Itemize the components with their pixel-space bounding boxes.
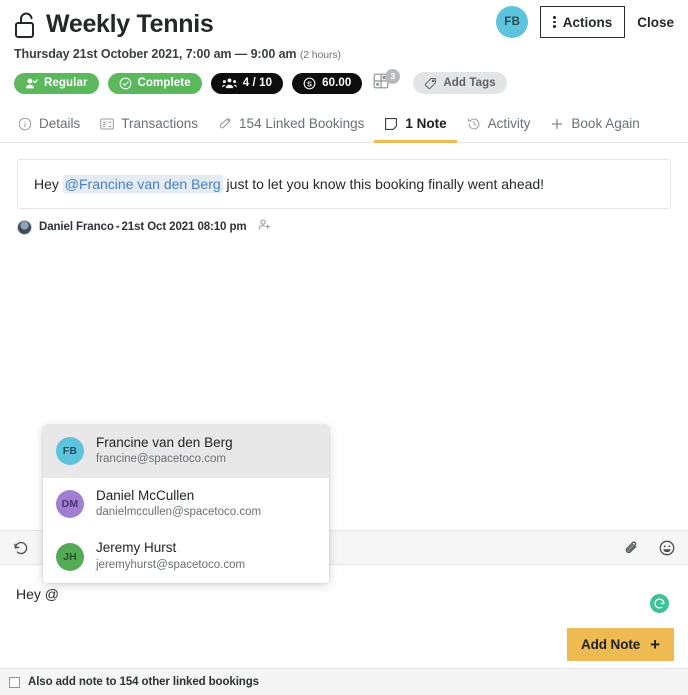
close-button[interactable]: Close <box>637 15 676 30</box>
tab-book-again[interactable]: Book Again <box>540 107 649 143</box>
avatar: DM <box>56 490 84 519</box>
tab-details-label: Details <box>39 116 81 131</box>
editor-toolbar-right <box>624 540 675 556</box>
status-badge-complete[interactable]: Complete <box>107 72 202 94</box>
status-badge-price-label: 60.00 <box>322 77 352 89</box>
note-meta-separator: - <box>115 221 120 234</box>
info-circle-icon <box>18 117 32 131</box>
dollar-circle-icon: S <box>303 77 316 90</box>
mention-option-email: francine@spacetoco.com <box>96 453 226 466</box>
emoji-icon[interactable] <box>659 540 675 556</box>
notes-body: Hey @Francine van den Berg just to let y… <box>0 159 688 584</box>
tab-activity[interactable]: Activity <box>457 107 541 143</box>
link-icon <box>218 117 232 131</box>
tab-book-again-label: Book Again <box>571 116 640 131</box>
mention-option-name: Jeremy Hurst <box>96 540 177 556</box>
note-editor-text[interactable]: Hey @ <box>16 586 59 602</box>
add-tags-button[interactable]: Add Tags <box>413 72 507 94</box>
note-text-after: just to let you know this booking finall… <box>222 176 545 192</box>
tab-notes[interactable]: 1 Note <box>374 107 457 143</box>
check-circle-icon <box>119 77 132 90</box>
add-note-button-label: Add Note <box>580 637 641 652</box>
mention-autocomplete-menu: FB Francine van den Berg francine@spacet… <box>43 425 329 584</box>
tag-icon <box>424 77 437 90</box>
person-add-icon[interactable] <box>258 218 271 236</box>
history-icon <box>467 117 481 131</box>
status-pills: Regular Complete 4 / 10 S 60.00 3 Add Ta… <box>14 68 674 94</box>
tab-linked-bookings[interactable]: 154 Linked Bookings <box>208 107 374 143</box>
user-check-icon <box>25 77 38 90</box>
avatar: FB <box>56 437 84 466</box>
resources-indicator[interactable]: 3 <box>373 68 401 94</box>
avatar: JH <box>56 542 84 571</box>
note-item: Hey @Francine van den Berg just to let y… <box>17 159 671 210</box>
mention-option-email: danielmccullen@spacetoco.com <box>96 505 262 518</box>
tab-transactions-label: Transactions <box>121 116 199 131</box>
note-icon <box>384 117 398 131</box>
undo-icon[interactable] <box>13 540 29 556</box>
plus-icon <box>550 117 564 131</box>
avatar[interactable]: FB <box>496 6 529 38</box>
tab-details[interactable]: Details <box>8 107 90 143</box>
note-meta: Daniel Franco - 21st Oct 2021 08:10 pm <box>17 218 688 236</box>
booking-detail-panel: Weekly Tennis Thursday 21st October 2021… <box>0 0 688 695</box>
paperclip-icon[interactable] <box>624 540 640 556</box>
tab-bar: Details Transactions 154 Linked Bookings <box>0 106 688 143</box>
booking-datetime: Thursday 21st October 2021, 7:00 am — 9:… <box>14 47 674 61</box>
unlocked-padlock-icon <box>14 12 40 42</box>
people-icon <box>221 77 237 90</box>
booking-duration: (2 hours) <box>299 49 341 61</box>
status-badge-regular[interactable]: Regular <box>14 72 99 94</box>
tab-transactions[interactable]: Transactions <box>90 107 208 143</box>
tab-notes-label: 1 Note <box>405 116 447 131</box>
note-author-name: Daniel Franco <box>39 221 114 234</box>
svg-text:S: S <box>307 79 312 88</box>
booking-datetime-text: Thursday 21st October 2021, 7:00 am — 9:… <box>14 47 297 61</box>
tab-activity-label: Activity <box>487 116 531 131</box>
add-tags-label: Add Tags <box>443 77 496 89</box>
add-note-button[interactable]: Add Note + <box>566 628 674 661</box>
note-timestamp: 21st Oct 2021 08:10 pm <box>121 221 247 234</box>
resources-count-badge: 3 <box>385 68 401 84</box>
status-badge-regular-label: Regular <box>44 77 88 89</box>
footer-actions: Add Note + <box>0 628 688 668</box>
status-badge-price[interactable]: S 60.00 <box>292 72 363 94</box>
also-add-note-checkbox[interactable] <box>9 676 20 688</box>
also-add-note-label: Also add note to 154 other linked bookin… <box>28 676 259 688</box>
note-text-before: Hey <box>34 176 63 192</box>
tab-linked-bookings-label: 154 Linked Bookings <box>239 116 365 131</box>
mention-option-jeremy-hurst[interactable]: JH Jeremy Hurst jeremyhurst@spacetoco.co… <box>43 530 329 583</box>
header-actions: FB Actions Close <box>496 6 676 38</box>
grammarly-icon[interactable] <box>650 594 669 613</box>
plus-icon: + <box>650 635 660 654</box>
actions-button-label: Actions <box>562 14 613 30</box>
status-badge-attendance-label: 4 / 10 <box>242 77 273 89</box>
footer-bar: Also add note to 154 other linked bookin… <box>0 668 688 695</box>
kebab-menu-icon <box>553 16 556 28</box>
mention-option-email: jeremyhurst@spacetoco.com <box>96 558 246 571</box>
mention-option-daniel-mccullen[interactable]: DM Daniel McCullen danielmccullen@spacet… <box>43 478 329 531</box>
page-title: Weekly Tennis <box>46 10 214 38</box>
note-author-avatar <box>17 219 32 235</box>
status-badge-complete-label: Complete <box>137 77 191 89</box>
card-icon <box>100 117 115 130</box>
mention-option-name: Francine van den Berg <box>96 435 233 450</box>
mention-option-name: Daniel McCullen <box>96 487 195 503</box>
mention-option-francine-van-den-berg[interactable]: FB Francine van den Berg francine@spacet… <box>43 425 329 478</box>
status-badge-attendance[interactable]: 4 / 10 <box>210 72 284 94</box>
note-mention[interactable]: @Francine van den Berg <box>62 175 223 193</box>
actions-button[interactable]: Actions <box>540 6 626 38</box>
panel-header: Weekly Tennis Thursday 21st October 2021… <box>0 0 688 94</box>
